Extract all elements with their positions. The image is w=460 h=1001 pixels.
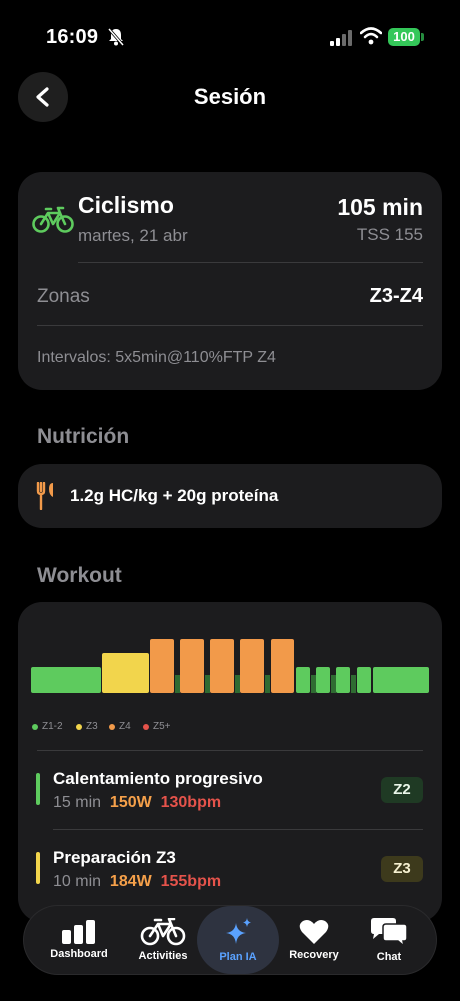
session-intervals: Intervalos: 5x5min@110%FTP Z4 (37, 349, 276, 366)
step-zone-badge: Z2 (381, 777, 423, 803)
step-bpm: 155bpm (160, 873, 222, 890)
zones-value: Z3-Z4 (369, 285, 423, 307)
workout-divider-1 (37, 750, 423, 751)
workout-block-z4 (210, 639, 234, 693)
workout-block-z12 (31, 667, 101, 693)
step-watts: 184W (109, 873, 152, 890)
heart-icon (299, 920, 329, 944)
step-bpm: 130bpm (160, 794, 222, 811)
bar-chart-icon (62, 920, 95, 944)
legend-dot-z3 (76, 723, 82, 730)
bicycle-icon (32, 206, 74, 233)
session-duration: 105 min (337, 194, 423, 220)
legend-label-z12: Z1-2 (42, 721, 63, 732)
step-zone-badge: Z3 (381, 856, 423, 882)
tab-dashboard[interactable]: Dashboard (38, 906, 120, 974)
workout-divider-2 (53, 829, 423, 830)
tab-recovery[interactable]: Recovery (273, 906, 355, 974)
recovery-gap (235, 675, 240, 693)
legend-label-z4: Z4 (119, 721, 131, 732)
legend-label-z5: Z5+ (153, 721, 171, 732)
recovery-gap (351, 675, 356, 693)
tab-chat[interactable]: Chat (348, 906, 430, 974)
legend-z5: Z5+ (143, 721, 171, 732)
tab-label: Plan IA (219, 951, 257, 963)
workout-block-z12 (357, 667, 371, 693)
cellular-signal-icon (330, 30, 352, 46)
legend-z12: Z1-2 (32, 721, 63, 732)
workout-chart (31, 639, 429, 693)
sparkles-icon (226, 918, 251, 944)
workout-block-z12 (316, 667, 330, 693)
bell-muted-icon (107, 28, 125, 46)
legend-label-z3: Z3 (86, 721, 98, 732)
legend-dot-z5 (143, 723, 149, 730)
workout-block-z3 (102, 653, 149, 693)
page-title: Sesión (193, 84, 267, 109)
legend-z3: Z3 (76, 721, 98, 732)
recovery-gap (175, 675, 180, 693)
workout-title: Workout (37, 564, 122, 587)
step-zone-bar (36, 773, 40, 805)
step-zone-bar (36, 852, 40, 884)
nutrition-text: 1.2g HC/kg + 20g proteína (70, 486, 279, 505)
recovery-gap (311, 675, 316, 693)
wifi-icon (360, 27, 382, 45)
legend-dot-z12 (32, 723, 38, 730)
legend-z4: Z4 (109, 721, 131, 732)
chat-bubbles-icon (371, 918, 408, 947)
status-time: 16:09 (46, 26, 99, 48)
workout-block-z4 (150, 639, 174, 693)
recovery-gap (265, 675, 270, 693)
step-watts: 150W (109, 794, 152, 811)
tab-label: Dashboard (50, 948, 108, 960)
step-duration: 10 min (53, 873, 102, 890)
workout-block-z12 (296, 667, 310, 693)
step-name: Preparación Z3 (53, 848, 176, 867)
recovery-gap (205, 675, 210, 693)
step-meta: 10 min 184W 155bpm (53, 873, 221, 891)
workout-block-z12 (336, 667, 350, 693)
battery-indicator: 100 (388, 28, 420, 46)
session-tss: TSS 155 (356, 225, 423, 244)
workout-block-z4 (240, 639, 264, 693)
fork-knife-icon (36, 482, 53, 510)
zones-label: Zonas (37, 286, 90, 307)
workout-block-z12 (373, 667, 429, 693)
tab-activities[interactable]: Activities (122, 906, 204, 974)
tab-label: Recovery (289, 949, 339, 961)
session-date: martes, 21 abr (78, 226, 188, 245)
tab-plan-ia[interactable]: Plan IA (197, 906, 279, 974)
session-divider (78, 262, 423, 263)
bicycle-icon (140, 918, 186, 946)
step-duration: 15 min (53, 794, 102, 811)
legend-dot-z4 (109, 723, 115, 730)
step-meta: 15 min 150W 130bpm (53, 794, 221, 812)
workout-block-z4 (180, 639, 204, 693)
nutrition-title: Nutrición (37, 425, 130, 448)
tab-label: Chat (376, 951, 402, 963)
tab-label: Activities (138, 950, 188, 962)
step-name: Calentamiento progresivo (53, 769, 263, 788)
zones-divider (37, 325, 423, 326)
workout-block-z4 (271, 639, 294, 693)
battery-tip (421, 33, 424, 41)
session-sport: Ciclismo (78, 192, 174, 218)
recovery-gap (331, 675, 336, 693)
